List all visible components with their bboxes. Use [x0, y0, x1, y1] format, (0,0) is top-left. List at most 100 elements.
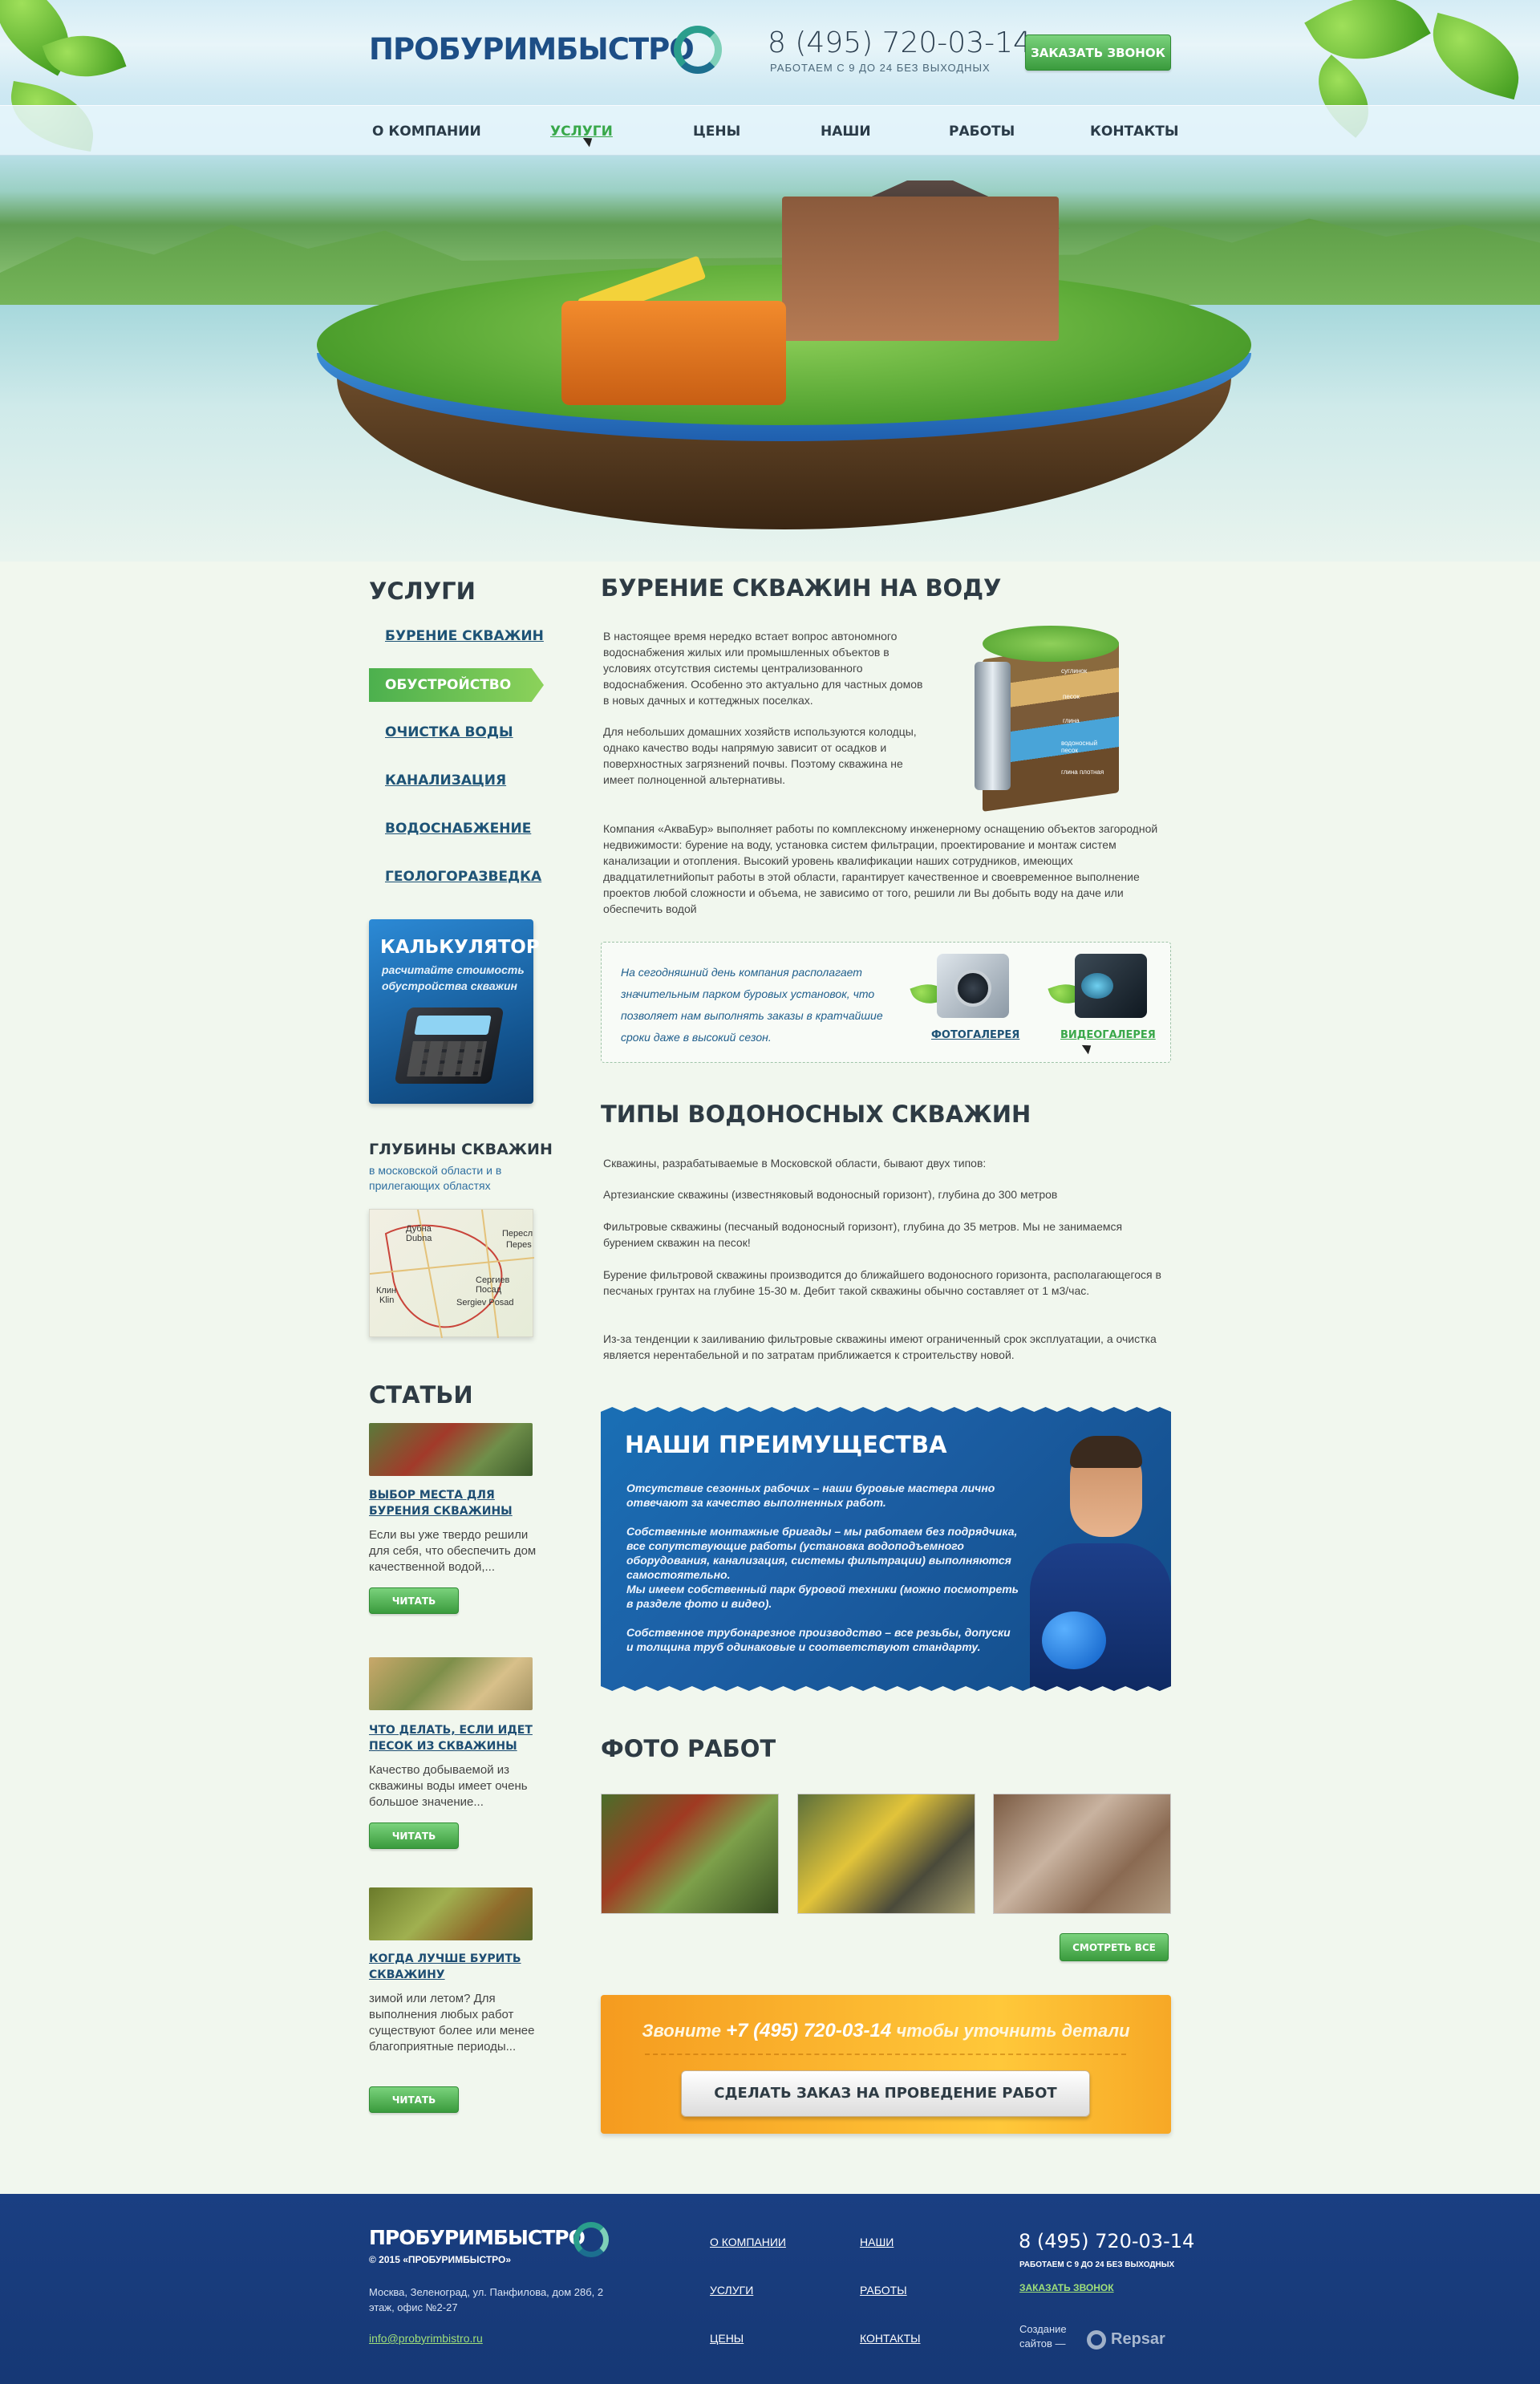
advantage-item: Собственные монтажные бригады – мы работ…: [626, 1525, 1018, 1581]
read-button[interactable]: ЧИТАТЬ: [369, 2086, 459, 2113]
gallery-text: На сегодняшний день компания располагает…: [621, 966, 883, 1044]
sidebar-link-geology[interactable]: ГЕОЛОГОРАЗВЕДКА: [385, 869, 541, 885]
depth-subtitle: в московской области и в прилегающих обл…: [369, 1164, 502, 1192]
leaf-decoration: [1420, 12, 1531, 100]
depth-title: ГЛУБИНЫ СКВАЖИН: [369, 1141, 553, 1158]
article-thumbnail[interactable]: [369, 1887, 533, 1940]
advantage-item: Отсутствие сезонных рабочих – наши буров…: [626, 1482, 995, 1509]
layer-label: глина плотная: [1061, 768, 1104, 776]
repsar-logo-icon[interactable]: [1087, 2330, 1106, 2350]
work-photo[interactable]: [797, 1794, 975, 1914]
calculator-keys: [407, 1041, 487, 1076]
advantage-item: Собственное трубонарезное производство –…: [626, 1626, 1011, 1653]
sidebar-link-arrangement[interactable]: ОБУСТРОЙСТВО: [369, 668, 544, 702]
footer-phone[interactable]: 8 (495) 720-03-14: [1019, 2230, 1194, 2252]
camera-lens: [954, 970, 991, 1007]
video-gallery-link[interactable]: ВИДЕОГАЛЕРЕЯ: [1060, 1029, 1156, 1041]
order-call-text: Звоните +7 (495) 720-03-14 чтобы уточнит…: [601, 2020, 1171, 2042]
article-title[interactable]: ВЫБОР МЕСТА ДЛЯ БУРЕНИЯ СКВАЖИНЫ: [369, 1487, 537, 1519]
house-illustration: [782, 197, 1059, 341]
logo[interactable]: ПРОБУРИМБЫСТРО: [369, 24, 722, 80]
types-paragraph: Бурение фильтровой скважины производится…: [603, 1268, 1161, 1297]
header-phone[interactable]: 8 (495) 720-03-14: [768, 26, 1031, 59]
sidebar-link-drilling[interactable]: БУРЕНИЕ СКВАЖИН: [385, 628, 544, 644]
calculator-icon: [394, 1008, 505, 1084]
map-label: Переs: [506, 1240, 532, 1250]
well-grass: [983, 626, 1119, 662]
footer-link-services[interactable]: УСЛУГИ: [710, 2284, 753, 2297]
layer-label: водоносный песок: [1061, 740, 1098, 754]
sidebar-link-water-supply[interactable]: ВОДОСНАБЖЕНИЕ: [385, 821, 531, 837]
nav-item-services[interactable]: УСЛУГИ: [550, 124, 613, 140]
logo-text: ПРОБУРИМБЫСТРО: [369, 32, 695, 67]
camera-icon[interactable]: [937, 954, 1009, 1018]
callback-button[interactable]: ЗАКАЗАТЬ ЗВОНОК: [1025, 34, 1171, 71]
map-label: Сергиев Посад: [476, 1275, 510, 1295]
types-paragraph: Скважины, разрабатываемые в Московской о…: [603, 1157, 987, 1170]
map-label: Клин: [376, 1286, 397, 1295]
well-pipe: [975, 662, 1011, 790]
nav-item-company[interactable]: О КОМПАНИИ: [372, 124, 481, 140]
logo-swirl-icon: [573, 2222, 609, 2257]
nav-item-contacts[interactable]: КОНТАКТЫ: [1090, 124, 1178, 140]
intro-paragraph: Для небольших домашних хозяйств использу…: [603, 725, 917, 786]
types-paragraph: Артезианские скважины (известняковый вод…: [603, 1188, 1058, 1201]
article-excerpt: Качество добываемой из скважины воды име…: [369, 1763, 528, 1809]
worker-hair: [1070, 1436, 1142, 1468]
read-button[interactable]: ЧИТАТЬ: [369, 1822, 459, 1849]
see-all-button[interactable]: СМОТРЕТЬ ВСЕ: [1060, 1933, 1169, 1961]
article-title[interactable]: ЧТО ДЕЛАТЬ, ЕСЛИ ИДЕТ ПЕСОК ИЗ СКВАЖИНЫ: [369, 1722, 537, 1754]
logo-swirl-icon: [674, 26, 722, 74]
credit-text: Создание сайтов —: [1019, 2323, 1067, 2350]
article-excerpt: зимой или летом? Для выполнения любых ра…: [369, 1992, 535, 2054]
map-label: Дубна: [406, 1224, 432, 1234]
article-excerpt: Если вы уже твердо решили для себя, что …: [369, 1528, 537, 1574]
worker-photo: [1030, 1543, 1171, 1691]
types-paragraph: Фильтровые скважины (песчаный водоносный…: [603, 1220, 1123, 1249]
work-photo[interactable]: [993, 1794, 1171, 1914]
video-camera-icon[interactable]: [1075, 954, 1147, 1018]
layer-label: песок: [1063, 693, 1080, 700]
types-title: ТИПЫ ВОДОНОСНЫХ СКВАЖИН: [601, 1101, 1031, 1128]
nav-item-works[interactable]: РАБОТЫ: [949, 124, 1015, 140]
helmet-icon: [1042, 1612, 1106, 1669]
photo-gallery-link[interactable]: ФОТОГАЛЕРЕЯ: [931, 1029, 1019, 1041]
order-call-prefix: Звоните: [642, 2021, 721, 2041]
footer-link-our[interactable]: НАШИ: [860, 2236, 894, 2248]
footer-callback-link[interactable]: ЗАКАЗАТЬ ЗВОНОК: [1019, 2282, 1114, 2293]
sidebar-link-water-purification[interactable]: ОЧИСТКА ВОДЫ: [385, 724, 513, 740]
advantage-item: Мы имеем собственный парк буровой техник…: [626, 1583, 1019, 1610]
region-map[interactable]: Дубна Dubna Пересл Переs Клин Klin Серги…: [369, 1209, 534, 1338]
work-photo[interactable]: [601, 1794, 779, 1914]
calculator-title: КАЛЬКУЛЯТОР: [380, 937, 540, 958]
photos-title: ФОТО РАБОТ: [601, 1735, 776, 1762]
footer-link-company[interactable]: О КОМПАНИИ: [710, 2236, 786, 2248]
article-title[interactable]: КОГДА ЛУЧШЕ БУРИТЬ СКВАЖИНУ: [369, 1951, 537, 1983]
video-camera-lens: [1081, 973, 1113, 999]
nav-item-prices[interactable]: ЦЕНЫ: [693, 124, 740, 140]
company-paragraph: Компания «АкваБур» выполняет работы по к…: [603, 822, 1158, 915]
hero-banner: [0, 0, 1540, 562]
advantages-banner: НАШИ ПРЕИМУЩЕСТВА Отсутствие сезонных ра…: [601, 1407, 1171, 1691]
email-link[interactable]: info@probyrimbistro.ru: [369, 2332, 483, 2345]
read-button[interactable]: ЧИТАТЬ: [369, 1587, 459, 1614]
article-thumbnail[interactable]: [369, 1423, 533, 1476]
footer-link-works[interactable]: РАБОТЫ: [860, 2284, 907, 2297]
order-call-suffix: чтобы уточнить детали: [896, 2021, 1130, 2041]
gallery-box: На сегодняшний день компания располагает…: [601, 942, 1171, 1063]
order-button[interactable]: СДЕЛАТЬ ЗАКАЗ НА ПРОВЕДЕНИЕ РАБОТ: [681, 2070, 1090, 2117]
nav-item-our[interactable]: НАШИ: [821, 124, 871, 140]
articles-title: СТАТЬИ: [369, 1381, 473, 1409]
footer-link-prices[interactable]: ЦЕНЫ: [710, 2332, 744, 2345]
repsar-logo-text[interactable]: Repsar: [1111, 2330, 1165, 2349]
calculator-banner[interactable]: КАЛЬКУЛЯТОР расчитайте стоимость обустро…: [369, 919, 540, 1104]
footer-link-contacts[interactable]: КОНТАКТЫ: [860, 2332, 921, 2345]
sidebar-link-sewerage[interactable]: КАНАЛИЗАЦИЯ: [385, 772, 506, 789]
order-phone[interactable]: +7 (495) 720-03-14: [726, 2020, 891, 2041]
calculator-screen: [414, 1016, 492, 1035]
advantages-title: НАШИ ПРЕИМУЩЕСТВА: [625, 1431, 947, 1458]
map-label: Sergiev Posad: [456, 1298, 514, 1308]
map-label: Пересл: [502, 1229, 533, 1239]
truck-illustration: [561, 301, 786, 405]
article-thumbnail[interactable]: [369, 1657, 533, 1710]
